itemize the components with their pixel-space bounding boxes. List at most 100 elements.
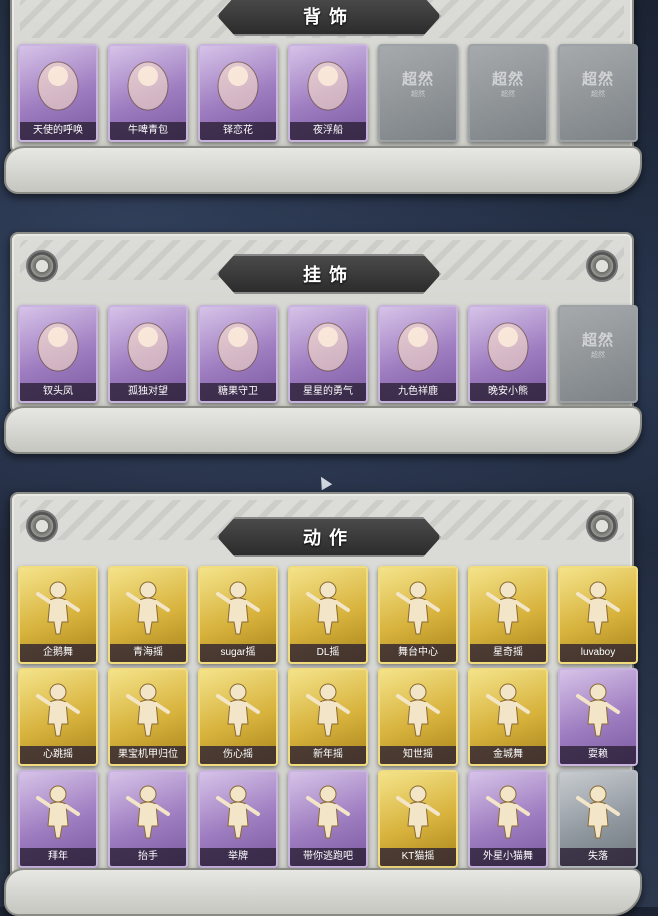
item-label: 拜年 bbox=[20, 848, 96, 866]
section-banner-back-accessory: 背饰 bbox=[217, 0, 441, 36]
emote-figure-icon bbox=[568, 676, 628, 740]
item-label: 铎恋花 bbox=[200, 122, 276, 140]
emote-figure-icon bbox=[478, 574, 538, 638]
watermark-sub: 超然 bbox=[501, 91, 515, 98]
item-card[interactable]: 星奇摇 bbox=[468, 566, 548, 664]
emote-figure-icon bbox=[208, 676, 268, 740]
pig-beer-mug-icon bbox=[118, 52, 178, 116]
emote-figure-icon bbox=[388, 778, 448, 842]
item-card[interactable]: 果宝机甲归位 bbox=[108, 668, 188, 766]
medal-ornament-icon bbox=[586, 510, 618, 542]
item-card[interactable]: 铎恋花 bbox=[198, 44, 278, 142]
item-card[interactable]: 九色祥鹿 bbox=[378, 305, 458, 403]
watermark-text: 超然 超然 bbox=[560, 329, 636, 360]
item-card[interactable]: 带你逃跑吧 bbox=[288, 770, 368, 868]
item-card[interactable]: sugar摇 bbox=[198, 566, 278, 664]
jellyfish-icon bbox=[298, 52, 358, 116]
item-card[interactable]: 天使的呼唤 bbox=[18, 44, 98, 142]
item-card[interactable]: 拜年 bbox=[18, 770, 98, 868]
item-label: 钗头凤 bbox=[20, 383, 96, 401]
item-card[interactable]: 孤独对望 bbox=[108, 305, 188, 403]
item-card[interactable]: KT猫摇 bbox=[378, 770, 458, 868]
watermark-text: 超然 超然 bbox=[560, 68, 636, 99]
item-label: 举牌 bbox=[200, 848, 276, 866]
item-card[interactable]: 糖果守卫 bbox=[198, 305, 278, 403]
item-label: KT猫摇 bbox=[380, 848, 456, 866]
item-label: 果宝机甲归位 bbox=[110, 746, 186, 764]
emote-figure-icon bbox=[298, 778, 358, 842]
emote-figure-icon bbox=[118, 574, 178, 638]
watermark-sub: 超然 bbox=[591, 352, 605, 359]
item-card[interactable]: 舞台中心 bbox=[378, 566, 458, 664]
watermark-main: 超然 bbox=[401, 71, 434, 88]
item-label: 牛啤青包 bbox=[110, 122, 186, 140]
item-label: 青海摇 bbox=[110, 644, 186, 662]
medal-ornament-icon bbox=[586, 250, 618, 282]
item-card[interactable]: 超然 超然 bbox=[378, 44, 458, 142]
item-card[interactable]: 举牌 bbox=[198, 770, 278, 868]
phoenix-crown-icon bbox=[28, 313, 88, 377]
item-card[interactable]: 抬手 bbox=[108, 770, 188, 868]
item-label: 夜浮船 bbox=[290, 122, 366, 140]
section-banner-hanging-accessory: 挂饰 bbox=[217, 254, 441, 294]
watermark-main: 超然 bbox=[491, 71, 524, 88]
watermark-text: 超然 超然 bbox=[380, 68, 456, 99]
emote-grid-row: 企鹅舞 青海摇 sugar摇 DL摇 舞台中心 星奇摇 luvaboy bbox=[18, 566, 638, 664]
angel-ornament-icon bbox=[28, 52, 88, 116]
medal-ornament-icon bbox=[26, 250, 58, 282]
emote-figure-icon bbox=[28, 574, 88, 638]
emote-figure-icon bbox=[388, 574, 448, 638]
item-label: 晚安小熊 bbox=[470, 383, 546, 401]
emote-figure-icon bbox=[208, 778, 268, 842]
item-card[interactable]: 新年摇 bbox=[288, 668, 368, 766]
item-card[interactable]: 钗头凤 bbox=[18, 305, 98, 403]
pumpkin-charm-icon bbox=[208, 313, 268, 377]
emote-grid-row: 心跳摇 果宝机甲归位 伤心摇 新年摇 知世摇 金城舞 耍赖 bbox=[18, 668, 638, 766]
star-prince-charm-icon bbox=[298, 313, 358, 377]
item-card[interactable]: 外星小猫舞 bbox=[468, 770, 548, 868]
bell-flower-icon bbox=[208, 52, 268, 116]
item-card[interactable]: 超然 超然 bbox=[558, 44, 638, 142]
item-card[interactable]: luvaboy bbox=[558, 566, 638, 664]
watermark-sub: 超然 bbox=[591, 91, 605, 98]
item-label: 孤独对望 bbox=[110, 383, 186, 401]
item-label: 伤心摇 bbox=[200, 746, 276, 764]
emote-figure-icon bbox=[478, 676, 538, 740]
section-title: 背饰 bbox=[303, 7, 355, 27]
section-title: 挂饰 bbox=[303, 265, 355, 285]
item-card[interactable]: 企鹅舞 bbox=[18, 566, 98, 664]
item-card[interactable]: 超然 超然 bbox=[558, 305, 638, 403]
item-card[interactable]: 夜浮船 bbox=[288, 44, 368, 142]
scroll-bottom-edge bbox=[4, 868, 642, 916]
watermark-main: 超然 bbox=[581, 71, 614, 88]
item-card[interactable]: 青海摇 bbox=[108, 566, 188, 664]
item-label: luvaboy bbox=[560, 644, 636, 662]
item-card[interactable]: 失落 bbox=[558, 770, 638, 868]
section-banner-emote: 动作 bbox=[217, 517, 441, 557]
watermark-main: 超然 bbox=[581, 332, 614, 349]
emote-figure-icon bbox=[298, 676, 358, 740]
item-card[interactable]: 牛啤青包 bbox=[108, 44, 188, 142]
item-card[interactable]: 超然 超然 bbox=[468, 44, 548, 142]
item-label: 星星的勇气 bbox=[290, 383, 366, 401]
item-label: 天使的呼唤 bbox=[20, 122, 96, 140]
item-card[interactable]: 耍赖 bbox=[558, 668, 638, 766]
item-label: 抬手 bbox=[110, 848, 186, 866]
medal-ornament-icon bbox=[26, 510, 58, 542]
item-card[interactable]: 星星的勇气 bbox=[288, 305, 368, 403]
emote-figure-icon bbox=[118, 778, 178, 842]
item-card[interactable]: 心跳摇 bbox=[18, 668, 98, 766]
item-card[interactable]: 金城舞 bbox=[468, 668, 548, 766]
emote-figure-icon bbox=[28, 778, 88, 842]
item-card[interactable]: 知世摇 bbox=[378, 668, 458, 766]
item-label: 金城舞 bbox=[470, 746, 546, 764]
emote-figure-icon bbox=[388, 676, 448, 740]
item-card[interactable]: 伤心摇 bbox=[198, 668, 278, 766]
item-card[interactable]: 晚安小熊 bbox=[468, 305, 548, 403]
item-label: sugar摇 bbox=[200, 644, 276, 662]
section-title: 动作 bbox=[303, 528, 355, 548]
item-label: 新年摇 bbox=[290, 746, 366, 764]
item-label: 外星小猫舞 bbox=[470, 848, 546, 866]
item-card[interactable]: DL摇 bbox=[288, 566, 368, 664]
item-label: 星奇摇 bbox=[470, 644, 546, 662]
